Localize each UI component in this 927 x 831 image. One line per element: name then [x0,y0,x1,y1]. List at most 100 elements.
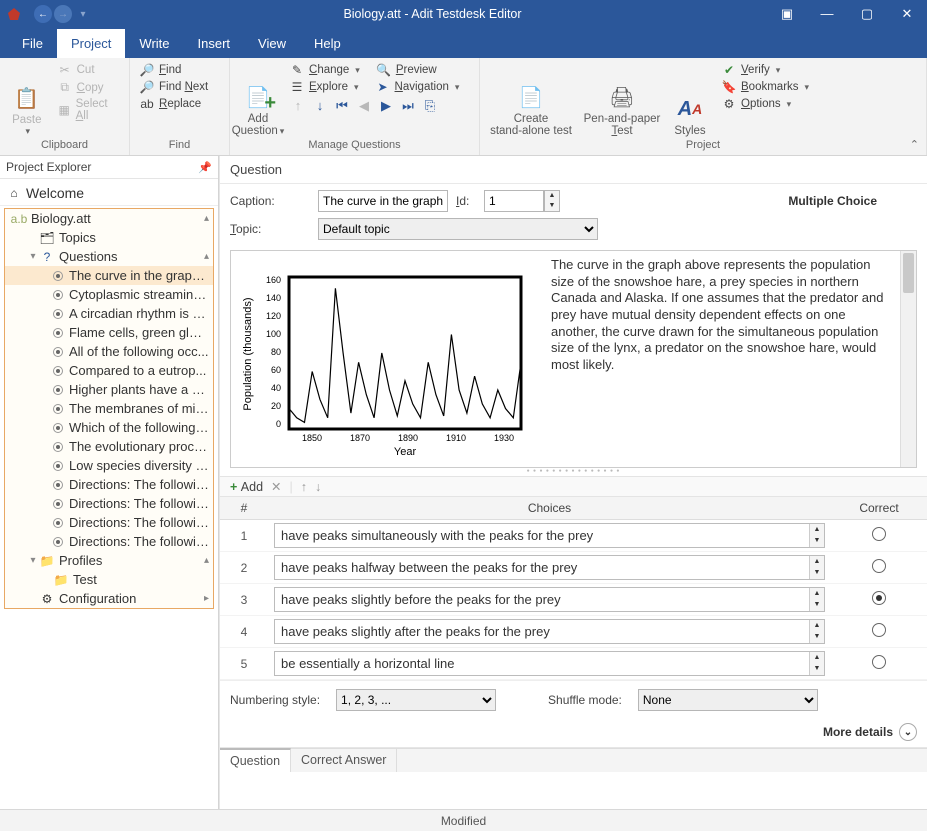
add-question-button[interactable]: 📄+ Add Question▾ [236,62,280,137]
nav-goto-icon[interactable]: ⎘ [422,98,438,114]
correct-radio[interactable] [872,591,886,605]
ribbon-display-icon[interactable]: ▣ [767,0,807,28]
minimize-button[interactable]: — [807,0,847,28]
explore-button[interactable]: ☰Explore▾ [286,79,362,95]
close-button[interactable]: ✕ [887,0,927,28]
nav-back-icon[interactable]: ← [34,5,52,23]
question-item[interactable]: Directions: The followin... [5,513,213,532]
question-item[interactable]: Directions: The followin... [5,475,213,494]
nav-next-icon[interactable]: ▶ [378,98,394,114]
col-correct: Correct [831,497,927,519]
question-item[interactable]: The curve in the graph ... [5,266,213,285]
tab-question-bottom[interactable]: Question [220,748,291,772]
correct-radio[interactable] [872,527,886,541]
splitter[interactable]: ● ● ● ● ● ● ● ● ● ● ● ● ● ● ● [220,468,927,476]
spin-down-icon[interactable]: ▼ [810,631,824,642]
correct-radio[interactable] [872,623,886,637]
spin-down-icon[interactable]: ▼ [810,663,824,674]
spin-up-icon[interactable]: ▲ [810,556,824,567]
numbering-label: Numbering style: [230,693,320,707]
id-spin-up[interactable]: ▲ [545,191,559,201]
add-choice-button[interactable]: + Add [230,480,263,494]
create-test-button[interactable]: 📄 Create stand-alone test [486,62,576,137]
options-button[interactable]: ⚙Options▾ [718,96,812,112]
chevron-up-icon[interactable]: ▴ [204,213,209,224]
profiles-node[interactable]: ▾📁 Profiles ▴ [5,551,213,570]
svg-text:160: 160 [266,275,281,285]
topic-select[interactable]: Default topic [318,218,598,240]
find-button[interactable]: 🔎Find [136,62,211,78]
question-item[interactable]: Directions: The followin... [5,532,213,551]
preview-button[interactable]: 🔍Preview [373,62,440,78]
configuration-node[interactable]: ⚙ Configuration ▸ [5,589,213,608]
tab-insert[interactable]: Insert [184,29,245,58]
choice-input[interactable]: have peaks slightly before the peaks for… [274,587,825,612]
nav-last-icon[interactable]: ⏭ [400,98,416,114]
questions-node[interactable]: ▾? Questions ▴ [5,247,213,266]
question-item[interactable]: Which of the following ... [5,418,213,437]
question-item[interactable]: Low species diversity w... [5,456,213,475]
question-item[interactable]: The evolutionary proce... [5,437,213,456]
change-button[interactable]: ✎Change▾ [286,62,363,78]
delete-choice-button[interactable]: ✕ [271,479,281,494]
question-item[interactable]: Higher plants have a p... [5,380,213,399]
title-bar: ← → ▾ Biology.att - Adit Testdesk Editor… [0,0,927,28]
tab-write[interactable]: Write [125,29,183,58]
topics-node[interactable]: 🗂 Topics [5,228,213,247]
tab-correct-answer[interactable]: Correct Answer [291,749,397,772]
shuffle-select[interactable]: None [638,689,818,711]
styles-button[interactable]: AA Styles [668,62,712,137]
move-down-button[interactable]: ↓ [315,480,321,494]
choice-input[interactable]: have peaks halfway between the peaks for… [274,555,825,580]
choice-input[interactable]: be essentially a horizontal line▲▼ [274,651,825,676]
choice-input[interactable]: have peaks simultaneously with the peaks… [274,523,825,548]
tab-help[interactable]: Help [300,29,355,58]
question-item[interactable]: Compared to a eutrop... [5,361,213,380]
scrollbar[interactable] [900,251,916,467]
spin-up-icon[interactable]: ▲ [810,588,824,599]
correct-radio[interactable] [872,655,886,669]
spin-down-icon[interactable]: ▼ [810,599,824,610]
move-up-button[interactable]: ↑ [301,480,307,494]
verify-button[interactable]: ✔Verify▾ [718,62,812,78]
tab-view[interactable]: View [244,29,300,58]
spin-up-icon[interactable]: ▲ [810,620,824,631]
question-item[interactable]: Cytoplasmic streaming... [5,285,213,304]
choice-input[interactable]: have peaks slightly after the peaks for … [274,619,825,644]
bookmarks-button[interactable]: 🔖Bookmarks▾ [718,79,812,95]
chevron-up-icon[interactable]: ▴ [204,251,209,262]
question-item[interactable]: All of the following occ... [5,342,213,361]
question-item[interactable]: A circadian rhythm is b... [5,304,213,323]
tab-file[interactable]: File [8,29,57,58]
correct-radio[interactable] [872,559,886,573]
spin-down-icon[interactable]: ▼ [810,567,824,578]
file-node[interactable]: a.b Biology.att ▴ [5,209,213,228]
tab-project[interactable]: Project [57,29,125,58]
question-icon: ? [39,250,55,264]
welcome-item[interactable]: ⌂ Welcome [0,181,218,206]
navigation-button[interactable]: ➤Navigation▾ [372,79,463,95]
nav-down-icon[interactable]: ↓ [312,98,328,114]
caption-input[interactable] [318,190,448,212]
find-next-button[interactable]: 🔎Find Next [136,79,211,95]
ribbon-collapse-icon[interactable]: ⌃ [910,138,919,151]
nav-up-icon: ↑ [290,98,306,114]
question-item[interactable]: The membranes of mit... [5,399,213,418]
choice-number: 1 [220,529,268,543]
pin-icon[interactable]: 📌 [198,161,212,174]
replace-button[interactable]: abReplace [136,96,211,112]
spin-up-icon[interactable]: ▲ [810,652,824,663]
pen-paper-button[interactable]: 🖨 Pen-and-paper Test [582,62,662,137]
nav-dropdown-icon[interactable]: ▾ [74,5,92,23]
question-item[interactable]: Flame cells, green glan... [5,323,213,342]
nav-first-icon[interactable]: ⏮ [334,98,350,114]
profile-test[interactable]: 📁Test [5,570,213,589]
numbering-select[interactable]: 1, 2, 3, ... [336,689,496,711]
question-item[interactable]: Directions: The followin... [5,494,213,513]
maximize-button[interactable]: ▢ [847,0,887,28]
spin-down-icon[interactable]: ▼ [810,535,824,546]
id-spin-down[interactable]: ▼ [545,201,559,211]
id-input[interactable] [484,190,544,212]
spin-up-icon[interactable]: ▲ [810,524,824,535]
more-details-button[interactable]: More details ⌄ [823,723,917,741]
